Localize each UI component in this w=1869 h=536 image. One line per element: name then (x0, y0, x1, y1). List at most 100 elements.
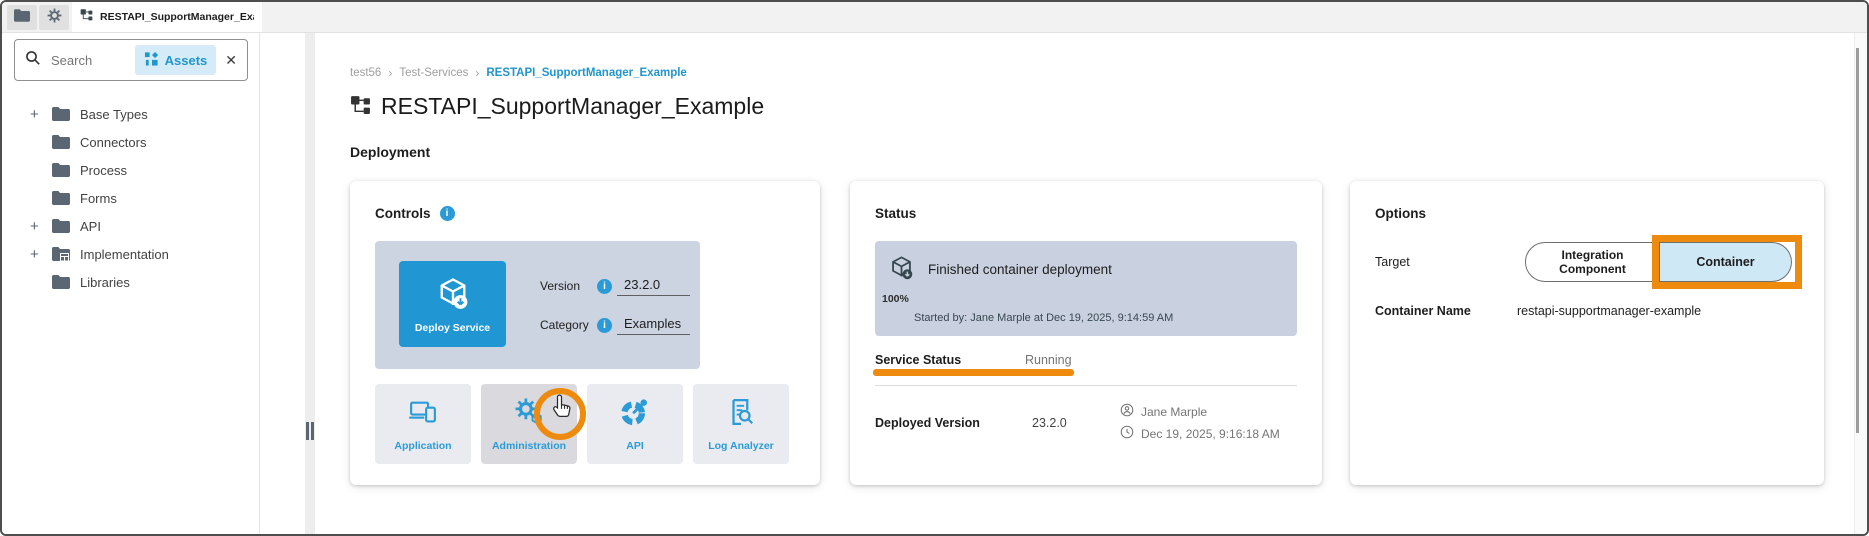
started-by-text: Started by: Jane Marple at Dec 19, 2025,… (914, 312, 1287, 324)
deploy-panel: Deploy Service Version i 23.2.0 Category… (375, 241, 700, 369)
service-status-value: Running (1025, 353, 1072, 370)
status-heading: Status (875, 206, 916, 221)
version-input[interactable]: 23.2.0 (617, 277, 690, 296)
container-name-label: Container Name (1375, 304, 1517, 318)
implementation-folder-icon (52, 247, 71, 261)
folder-icon (52, 163, 71, 177)
controls-heading: Controls (375, 206, 431, 221)
log-analyzer-link-button[interactable]: Log Analyzer (693, 384, 789, 464)
tree-label: API (80, 219, 101, 234)
clear-search-icon[interactable]: ✕ (225, 52, 237, 69)
asset-tree: + Base Types Connectors Process Forms + (2, 100, 259, 296)
clock-icon (1120, 425, 1134, 442)
breadcrumb-item[interactable]: test56 (350, 67, 381, 79)
vertical-scrollbar[interactable] (1854, 33, 1867, 534)
controls-card: Controls i (350, 181, 820, 485)
application-window: RESTAPI_SupportManager_Example Search As… (0, 0, 1869, 536)
page-title: RESTAPI_SupportManager_Example (381, 93, 764, 120)
options-heading: Options (1375, 206, 1426, 221)
sidebar-item-libraries[interactable]: Libraries (2, 268, 259, 296)
expand-icon[interactable]: + (30, 247, 52, 262)
service-status-label: Service Status (875, 353, 1025, 370)
sidebar-item-connectors[interactable]: Connectors (2, 128, 259, 156)
divider (875, 385, 1297, 386)
target-option-integration-component[interactable]: Integration Component (1525, 242, 1660, 282)
breadcrumb-item-current[interactable]: RESTAPI_SupportManager_Example (486, 67, 686, 79)
log-analyzer-icon (725, 397, 757, 432)
breadcrumb: test56 › Test-Services › RESTAPI_Support… (350, 33, 1854, 80)
api-gauge-icon (619, 397, 651, 432)
sidebar-splitter[interactable] (305, 33, 315, 534)
tree-label: Forms (80, 191, 117, 206)
info-icon[interactable]: i (597, 279, 612, 294)
folder-icon (14, 9, 30, 27)
assets-filter-chip[interactable]: Assets (135, 45, 217, 75)
user-icon (1120, 403, 1134, 420)
folder-icon (52, 135, 71, 149)
chevron-right-icon: › (388, 66, 392, 80)
section-heading: Deployment (350, 144, 1854, 160)
search-placeholder: Search (51, 53, 92, 68)
tree-label: Base Types (80, 107, 148, 122)
info-icon[interactable]: i (597, 318, 612, 333)
search-input[interactable]: Search Assets ✕ (14, 39, 248, 81)
deployment-status-panel: Finished container deployment 100% Start… (875, 241, 1297, 336)
expand-icon[interactable]: + (30, 107, 52, 122)
chevron-right-icon: › (475, 66, 479, 80)
tree-label: Process (80, 163, 127, 178)
active-document-tab[interactable]: RESTAPI_SupportManager_Example (72, 2, 262, 32)
annotation-highlight-rect (1652, 235, 1802, 289)
sidebar-item-process[interactable]: Process (2, 156, 259, 184)
tab-label: RESTAPI_SupportManager_Example (100, 11, 254, 23)
progress-percent: 100% (882, 293, 914, 305)
sidebar-item-implementation[interactable]: + Implementation (2, 240, 259, 268)
sidebar-item-base-types[interactable]: + Base Types (2, 100, 259, 128)
application-icon (407, 397, 439, 432)
service-model-icon (350, 94, 371, 120)
tile-label: API (626, 440, 644, 452)
splitter-handle-icon[interactable] (306, 422, 314, 440)
search-icon (25, 50, 41, 71)
category-label: Category (540, 318, 597, 332)
tree-label: Implementation (80, 247, 169, 262)
options-card: Options Target Integration Component Con… (1350, 181, 1824, 485)
annotation-underline (873, 369, 1074, 376)
deployment-message: Finished container deployment (928, 262, 1112, 277)
version-label: Version (540, 279, 597, 293)
deployed-version-label: Deployed Version (875, 416, 1032, 430)
scrollbar-thumb[interactable] (1856, 48, 1859, 433)
api-link-button[interactable]: API (587, 384, 683, 464)
gear-icon (47, 8, 62, 28)
category-input[interactable]: Examples (617, 316, 690, 335)
target-label: Target (1375, 255, 1525, 269)
tree-label: Connectors (80, 135, 146, 150)
tile-label: Log Analyzer (708, 440, 774, 452)
tree-label: Libraries (80, 275, 130, 290)
status-card: Status (850, 181, 1322, 485)
assets-filter-label: Assets (165, 53, 208, 68)
folder-icon (52, 219, 71, 233)
hand-cursor-icon (548, 392, 578, 427)
info-icon[interactable]: i (440, 206, 455, 221)
explorer-tab-button[interactable] (7, 5, 37, 30)
main-content: test56 › Test-Services › RESTAPI_Support… (316, 33, 1854, 534)
assets-sidebar: Search Assets ✕ + Base Types Connectors (2, 33, 260, 534)
sidebar-item-forms[interactable]: Forms (2, 184, 259, 212)
assets-icon (144, 51, 159, 69)
target-segmented-control: Integration Component Container (1525, 242, 1792, 282)
deploy-button-label: Deploy Service (415, 322, 490, 334)
container-package-icon (888, 254, 915, 284)
service-model-icon (80, 8, 93, 26)
settings-tab-button[interactable] (39, 5, 69, 30)
deploy-service-button[interactable]: Deploy Service (399, 261, 506, 347)
deployed-at-timestamp: Dec 19, 2025, 9:16:18 AM (1141, 427, 1280, 441)
folder-icon (52, 107, 71, 121)
application-link-button[interactable]: Application (375, 384, 471, 464)
tile-label: Administration (492, 440, 566, 452)
expand-icon[interactable]: + (30, 219, 52, 234)
folder-icon (52, 191, 71, 205)
sidebar-item-api[interactable]: + API (2, 212, 259, 240)
progress-bar (914, 296, 1287, 302)
breadcrumb-item[interactable]: Test-Services (399, 67, 468, 79)
folder-icon (52, 275, 71, 289)
